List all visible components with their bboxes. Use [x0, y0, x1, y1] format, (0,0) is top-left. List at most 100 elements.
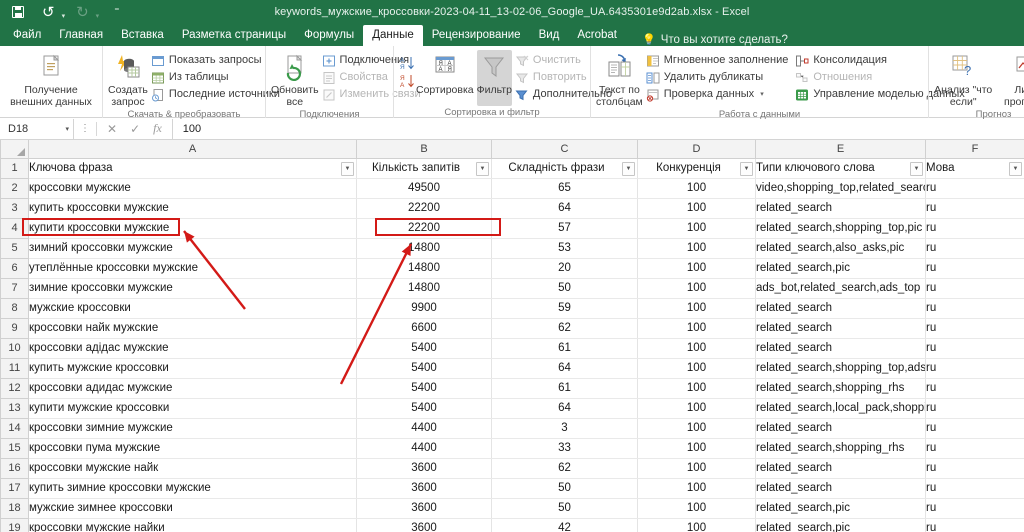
svg-text:Я: Я — [400, 75, 405, 82]
tab-insert[interactable]: Вставка — [112, 25, 173, 46]
recent-sources-icon — [151, 88, 165, 102]
new-query-label: Создать запрос — [108, 84, 148, 108]
refresh-all-button[interactable]: Обновить все — [271, 50, 319, 108]
reapply-filter-label: Повторить — [532, 71, 587, 83]
ribbon-group-data-tools-label: Работа с данными — [718, 109, 801, 120]
formula-input[interactable]: 100 — [171, 118, 1024, 139]
formula-bar-buttons: ✕ ✓ fx — [97, 121, 172, 136]
name-box[interactable]: D18 ▾ — [0, 118, 74, 139]
tab-home[interactable]: Главная — [50, 25, 112, 46]
what-if-icon: ? — [948, 52, 978, 82]
properties-icon — [322, 71, 336, 85]
customize-qat-icon[interactable]: ⁼ — [110, 5, 123, 19]
text-to-columns-icon — [604, 52, 634, 82]
tab-data[interactable]: Данные — [363, 25, 423, 46]
sort-label: Сортировка — [416, 84, 474, 96]
arrow-to-keyword — [183, 230, 246, 310]
forecast-sheet-button[interactable]: Лист прогноза — [998, 50, 1024, 108]
filter-funnel-icon — [479, 52, 509, 82]
refresh-all-label: Обновить все — [271, 84, 319, 108]
flash-fill-icon — [646, 54, 660, 68]
lightbulb-icon: 💡 — [642, 34, 656, 46]
sort-za-icon: ЯA — [399, 73, 414, 89]
remove-duplicates-label: Удалить дубликаты — [663, 71, 764, 83]
ribbon-group-external-data: Получение внешних данных — [0, 46, 102, 118]
recent-sources-label: Последние источники — [168, 88, 280, 100]
fx-icon[interactable]: fx — [153, 121, 162, 136]
what-if-analysis-button[interactable]: ? Анализ "что если" — [934, 50, 992, 108]
undo-dropdown-icon[interactable]: ▾ — [61, 12, 67, 20]
data-validation-dropdown-icon[interactable]: ▾ — [760, 87, 764, 102]
window-title: keywords_мужские_кроссовки-2023-04-11_13… — [274, 6, 750, 18]
redo-dropdown-icon: ▾ — [95, 13, 100, 20]
forecast-sheet-label: Лист прогноза — [1004, 84, 1024, 108]
tab-review[interactable]: Рецензирование — [423, 25, 530, 46]
get-external-data-button[interactable]: Получение внешних данных — [5, 50, 97, 108]
filter-label: Фильтр — [476, 84, 512, 96]
text-to-columns-label: Текст по столбцам — [596, 84, 643, 108]
recent-sources-button[interactable]: Последние источники — [151, 87, 280, 102]
flash-fill-label: Мгновенное заполнение — [663, 54, 789, 66]
external-data-icon — [36, 52, 66, 82]
new-query-button[interactable]: Создать запрос — [108, 50, 148, 108]
annotation-arrows — [183, 230, 413, 385]
get-transform-commands: Показать запросы Из таблицы Последние ис… — [151, 50, 280, 102]
properties-label: Свойства — [339, 71, 388, 83]
save-icon[interactable] — [8, 4, 28, 20]
get-external-data-label: Получение внешних данных — [10, 84, 92, 108]
arrow-to-volume — [339, 243, 413, 385]
show-queries-icon — [151, 54, 165, 68]
from-table-label: Из таблицы — [168, 71, 229, 83]
formula-bar-handle[interactable]: ⋮ — [74, 123, 96, 134]
ribbon-group-forecast: ? Анализ "что если" Лист прогноза — [928, 46, 1024, 120]
svg-text:?: ? — [964, 63, 971, 78]
show-queries-label: Показать запросы — [168, 54, 262, 66]
from-table-button[interactable]: Из таблицы — [151, 70, 280, 85]
refresh-icon — [280, 52, 310, 82]
sort-ascending-button[interactable]: AЯ — [399, 55, 414, 71]
data-validation-button[interactable]: Проверка данных ▾ — [646, 87, 789, 102]
ribbon-group-get-transform-label: Скачать & преобразовать — [127, 109, 241, 120]
tab-view[interactable]: Вид — [530, 25, 569, 46]
connections-icon — [322, 54, 336, 68]
show-queries-button[interactable]: Показать запросы — [151, 53, 280, 68]
clear-filter-label: Очистить — [532, 54, 581, 66]
close-icon[interactable]: ✕ — [107, 122, 117, 136]
tab-acrobat[interactable]: Acrobat — [568, 25, 626, 46]
ribbon-group-sort-filter-label: Сортировка и фильтр — [444, 107, 540, 118]
ribbon: Получение внешних данных Создать запрос … — [0, 46, 1024, 120]
text-to-columns-button[interactable]: Текст по столбцам — [596, 50, 643, 108]
ribbon-tab-bar: Файл Главная Вставка Разметка страницы Ф… — [0, 24, 1024, 46]
ribbon-group-connections-label: Подключения — [299, 109, 360, 120]
tab-formulas[interactable]: Формулы — [295, 25, 363, 46]
forecast-sheet-icon — [1011, 52, 1024, 82]
data-validation-icon — [646, 88, 660, 102]
new-query-icon — [113, 52, 143, 82]
tell-me-label: Что вы хотите сделать? — [660, 33, 788, 46]
data-validation-label: Проверка данных — [663, 88, 755, 100]
sort-descending-button[interactable]: ЯA — [399, 73, 414, 89]
ribbon-group-sort-filter: AЯ ЯA Я А А Я Сортировка Фильтр Очистить… — [393, 46, 612, 118]
advanced-filter-icon — [515, 88, 529, 102]
remove-duplicates-button[interactable]: Удалить дубликаты — [646, 70, 789, 85]
spreadsheet-grid[interactable]: A B C D E F 1 Ключова фраза ▼ Кількість … — [0, 140, 1024, 532]
svg-text:A: A — [400, 57, 405, 64]
undo-icon[interactable]: ↺ — [38, 3, 59, 22]
tell-me-box[interactable]: 💡 Что вы хотите сделать? — [626, 33, 788, 47]
tab-page-layout[interactable]: Разметка страницы — [173, 25, 295, 46]
sort-button[interactable]: Я А А Я Сортировка — [416, 50, 474, 96]
check-icon[interactable]: ✓ — [130, 122, 140, 136]
ribbon-group-data-tools: Текст по столбцам Мгновенное заполнение … — [590, 46, 965, 120]
data-tools-commands-left: Мгновенное заполнение Удалить дубликаты … — [646, 50, 789, 102]
name-box-dropdown-icon[interactable]: ▾ — [65, 125, 69, 133]
sort-icon: Я А А Я — [430, 52, 460, 82]
data-model-icon — [795, 88, 809, 102]
svg-text:А: А — [438, 67, 442, 73]
edit-links-icon — [322, 88, 336, 102]
tab-file[interactable]: Файл — [4, 25, 50, 46]
remove-duplicates-icon — [646, 71, 660, 85]
filter-button[interactable]: Фильтр — [476, 50, 512, 106]
quick-access-toolbar: ↺ ▾ ↻ ▾ ⁼ — [0, 0, 123, 24]
svg-text:A: A — [400, 82, 405, 89]
flash-fill-button[interactable]: Мгновенное заполнение — [646, 53, 789, 68]
